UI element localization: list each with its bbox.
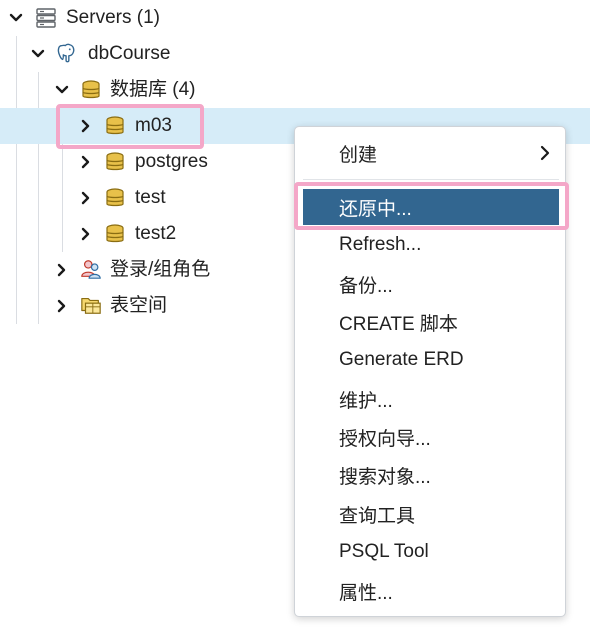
- menu-item-refresh[interactable]: Refresh...: [303, 227, 559, 263]
- tree-node-label: 表空间: [110, 295, 168, 316]
- tree-node-databases[interactable]: 数据库 (4): [0, 72, 590, 108]
- menu-item-label: 授权向导...: [339, 428, 431, 450]
- menu-item-psql-tool[interactable]: PSQL Tool: [303, 534, 559, 570]
- menu-item-backup[interactable]: 备份...: [303, 266, 559, 302]
- chevron-down-icon[interactable]: [8, 10, 24, 26]
- context-menu: 创建 还原中... Refresh... 备份... CREATE 脚本 Gen…: [294, 126, 566, 617]
- menu-item-label: Generate ERD: [339, 349, 464, 370]
- menu-item-create-script[interactable]: CREATE 脚本: [303, 304, 559, 340]
- menu-item-label: Refresh...: [339, 234, 422, 255]
- chevron-right-icon: [537, 145, 553, 161]
- database-icon: [104, 223, 126, 245]
- chevron-right-icon[interactable]: [78, 190, 94, 206]
- tree-node-label: test2: [135, 223, 177, 244]
- chevron-right-icon[interactable]: [54, 298, 70, 314]
- menu-item-query-tool[interactable]: 查询工具: [303, 496, 559, 532]
- tree-node-label: Servers (1): [66, 7, 160, 28]
- menu-item-label: 还原中...: [339, 198, 412, 220]
- tree-node-label: 数据库 (4): [110, 79, 196, 100]
- servers-icon: [35, 7, 57, 29]
- chevron-down-icon[interactable]: [54, 82, 70, 98]
- chevron-down-icon[interactable]: [30, 46, 46, 62]
- menu-item-generate-erd[interactable]: Generate ERD: [303, 342, 559, 378]
- menu-item-label: PSQL Tool: [339, 541, 429, 562]
- tree-node-label: dbCourse: [88, 43, 171, 64]
- menu-item-label: 创建: [339, 144, 378, 166]
- pgadmin-object-explorer: Servers (1) dbCourse 数据库 (4) m03 postgre…: [0, 0, 590, 634]
- tree-node-servers[interactable]: Servers (1): [0, 0, 590, 36]
- tree-node-label: 登录/组角色: [110, 259, 211, 280]
- chevron-right-icon[interactable]: [78, 226, 94, 242]
- menu-item-label: 维护...: [339, 390, 393, 412]
- tree-node-server-dbcourse[interactable]: dbCourse: [0, 36, 590, 72]
- chevron-right-icon[interactable]: [78, 118, 94, 134]
- tablespace-folder-icon: [80, 294, 102, 316]
- postgres-elephant-icon: [56, 42, 78, 64]
- tree-node-label: postgres: [135, 151, 208, 172]
- menu-item-create[interactable]: 创建: [303, 135, 559, 171]
- database-icon: [80, 79, 102, 101]
- chevron-right-icon[interactable]: [54, 262, 70, 278]
- menu-item-restore[interactable]: 还原中...: [303, 189, 559, 225]
- menu-item-label: CREATE 脚本: [339, 313, 458, 335]
- menu-item-maintenance[interactable]: 维护...: [303, 381, 559, 417]
- database-icon: [104, 115, 126, 137]
- database-icon: [104, 187, 126, 209]
- menu-item-label: 查询工具: [339, 505, 416, 527]
- menu-item-properties[interactable]: 属性...: [303, 573, 559, 609]
- menu-item-label: 备份...: [339, 275, 393, 297]
- login-roles-icon: [80, 258, 102, 280]
- tree-node-label: test: [135, 187, 166, 208]
- menu-item-label: 搜索对象...: [339, 466, 431, 488]
- menu-separator: [303, 179, 559, 180]
- database-icon: [104, 151, 126, 173]
- menu-item-search-objects[interactable]: 搜索对象...: [303, 457, 559, 493]
- menu-item-label: 属性...: [339, 582, 393, 604]
- menu-item-grant-wizard[interactable]: 授权向导...: [303, 419, 559, 455]
- tree-node-label: m03: [135, 115, 172, 136]
- chevron-right-icon[interactable]: [78, 154, 94, 170]
